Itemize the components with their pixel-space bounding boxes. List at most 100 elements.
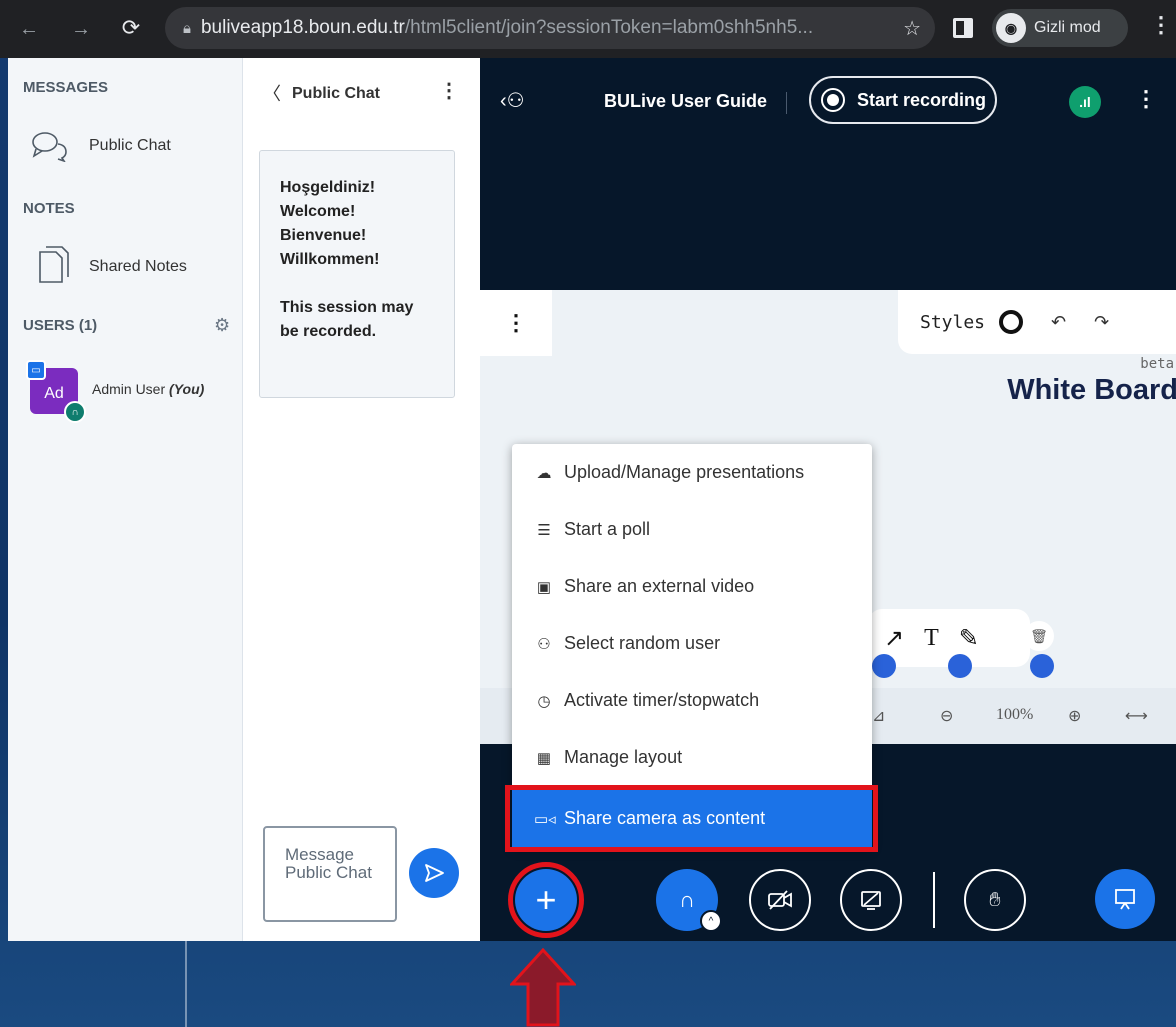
redo-icon[interactable]: ↷ xyxy=(1094,312,1109,333)
record-icon xyxy=(821,88,845,112)
trash-icon[interactable]: 🗑︎ xyxy=(1024,621,1054,651)
bookmark-star-icon[interactable]: ☆ xyxy=(903,16,921,41)
user-name[interactable]: Admin User (You) xyxy=(92,381,204,397)
address-bar[interactable]: 🔒︎ buliveapp18.boun.edu.tr /html5client/… xyxy=(165,7,935,49)
undo-icon[interactable]: ↶ xyxy=(1051,312,1066,333)
send-icon[interactable] xyxy=(409,848,459,898)
incognito-label: Gizli mod xyxy=(1034,19,1101,36)
notes-heading: NOTES xyxy=(23,200,75,217)
menu-item-start-poll[interactable]: ☰ Start a poll xyxy=(512,501,872,558)
fit-slide-icon[interactable]: ⊿ xyxy=(872,706,885,726)
chat-panel: 〈 Public Chat ⋮ Hoşgeldiniz! Welcome! Bi… xyxy=(242,58,480,941)
menu-item-share-external-video[interactable]: ▣ Share an external video xyxy=(512,558,872,615)
slide-heading: White Board xyxy=(1007,374,1176,406)
welcome-line: Welcome! xyxy=(280,203,356,220)
screenshare-off-button[interactable] xyxy=(840,869,902,931)
video-icon: ▣ xyxy=(536,578,552,596)
forward-icon[interactable]: → xyxy=(64,12,98,46)
sidebar-item-public-chat[interactable]: Public Chat xyxy=(8,126,242,166)
timer-icon: ◷ xyxy=(537,692,551,710)
highlight-box xyxy=(505,785,878,852)
poll-icon: ☰ xyxy=(537,521,551,539)
whiteboard-menu-icon[interactable]: ⋮ xyxy=(480,290,552,356)
welcome-line: Hoşgeldiniz! xyxy=(280,179,376,196)
welcome-line: Bienvenue! xyxy=(280,227,367,244)
feature-icon xyxy=(948,654,972,678)
raise-hand-button[interactable]: ✋︎ xyxy=(964,869,1026,931)
menu-item-activate-timer[interactable]: ◷ Activate timer/stopwatch xyxy=(512,672,872,729)
gear-icon[interactable]: ⚙ xyxy=(214,315,230,336)
slide-feature-strip xyxy=(872,652,1112,688)
color-circle-icon[interactable] xyxy=(999,310,1024,334)
more-options-icon[interactable]: ⋮ xyxy=(439,78,459,103)
incognito-badge[interactable]: ◉ Gizli mod xyxy=(992,9,1128,47)
user-list-sidebar: MESSAGES Public Chat NOTES Shared Notes … xyxy=(8,58,242,941)
arrow-tool-icon[interactable]: ↗ xyxy=(884,624,904,653)
menu-item-select-random-user[interactable]: ⚇ Select random user xyxy=(512,615,872,672)
reload-icon[interactable]: ⟳ xyxy=(114,11,148,45)
menu-item-manage-layout[interactable]: ▦ Manage layout xyxy=(512,729,872,786)
menu-item-label: Share an external video xyxy=(564,576,755,596)
text-tool-icon[interactable]: T xyxy=(924,625,939,652)
notes-document-icon xyxy=(39,246,69,283)
cloud-upload-icon: ☁ xyxy=(536,464,552,482)
menu-item-label: Select random user xyxy=(564,633,721,653)
menu-item-label: Manage layout xyxy=(564,747,683,767)
welcome-line: Willkommen! xyxy=(280,251,380,268)
users-heading: USERS (1) xyxy=(23,317,98,334)
styles-label[interactable]: Styles xyxy=(920,312,985,333)
screenshare-off-icon xyxy=(861,891,881,910)
background-divider xyxy=(185,941,187,1027)
menu-item-upload-presentations[interactable]: ☁ Upload/Manage presentations xyxy=(512,444,872,501)
back-icon[interactable]: ← xyxy=(12,12,46,46)
chat-title: Public Chat xyxy=(292,85,381,102)
fit-width-icon[interactable]: ⟷ xyxy=(1125,706,1148,725)
whiteboard-styles-bar: Styles ↶ ↷ xyxy=(898,290,1176,354)
sticky-note-icon[interactable]: ✎ xyxy=(959,624,979,653)
zoom-level: 100% xyxy=(996,706,1034,723)
toggle-userlist-icon[interactable]: ‹⚇ xyxy=(500,88,525,113)
start-recording-button[interactable]: Start recording xyxy=(809,76,997,124)
zoom-in-icon[interactable]: ⊕ xyxy=(1068,706,1081,725)
user-icon: ⚇ xyxy=(537,635,551,653)
camera-off-icon xyxy=(768,890,792,910)
you-tag: (You) xyxy=(169,381,205,397)
camera-off-button[interactable] xyxy=(749,869,811,931)
feature-icon xyxy=(872,654,896,678)
welcome-message: Hoşgeldiniz! Welcome! Bienvenue! Willkom… xyxy=(259,150,455,398)
record-label: Start recording xyxy=(857,89,987,110)
headset-icon: ∩ xyxy=(64,401,86,423)
meeting-title: BULive User Guide xyxy=(604,91,768,111)
side-panel-icon[interactable] xyxy=(953,18,973,38)
send-arrow-icon xyxy=(425,864,444,882)
chat-bubbles-icon xyxy=(32,132,67,162)
sidebar-item-label: Shared Notes xyxy=(89,258,187,275)
menu-item-label: Upload/Manage presentations xyxy=(564,462,805,482)
presenter-icon: ▭ xyxy=(26,360,46,380)
messages-heading: MESSAGES xyxy=(23,79,109,96)
presentation-icon xyxy=(1115,889,1135,910)
chevron-up-icon[interactable]: ^ xyxy=(700,910,722,932)
presentation-toggle-button[interactable] xyxy=(1095,869,1155,929)
layout-icon: ▦ xyxy=(536,749,552,767)
url-path: /html5client/join?sessionToken=labm0shh5… xyxy=(404,17,814,38)
url-host: buliveapp18.boun.edu.tr xyxy=(200,17,405,38)
menu-item-label: Start a poll xyxy=(564,519,651,539)
user-name-text: Admin User xyxy=(92,381,166,397)
annotation-arrow-up-icon xyxy=(510,948,576,1027)
lock-icon: 🔒︎ xyxy=(183,19,191,37)
header-divider xyxy=(786,92,787,114)
browser-menu-icon[interactable]: ⋮ xyxy=(1150,12,1172,38)
browser-toolbar: ← → ⟳ 🔒︎ buliveapp18.boun.edu.tr /html5c… xyxy=(0,0,1176,58)
feature-icon xyxy=(1030,654,1054,678)
options-menu-icon[interactable]: ⋮ xyxy=(1135,86,1157,112)
message-input[interactable]: Message Public Chat xyxy=(263,826,397,922)
sidebar-item-shared-notes[interactable]: Shared Notes xyxy=(8,244,242,290)
chevron-left-icon[interactable]: 〈 xyxy=(263,80,281,106)
beta-label: beta xyxy=(1140,356,1174,372)
action-divider xyxy=(933,872,935,928)
connection-status-icon[interactable]: .ıl xyxy=(1069,86,1101,118)
zoom-out-icon[interactable]: ⊖ xyxy=(940,706,953,725)
incognito-icon: ◉ xyxy=(996,13,1026,43)
sidebar-item-label: Public Chat xyxy=(89,137,171,154)
